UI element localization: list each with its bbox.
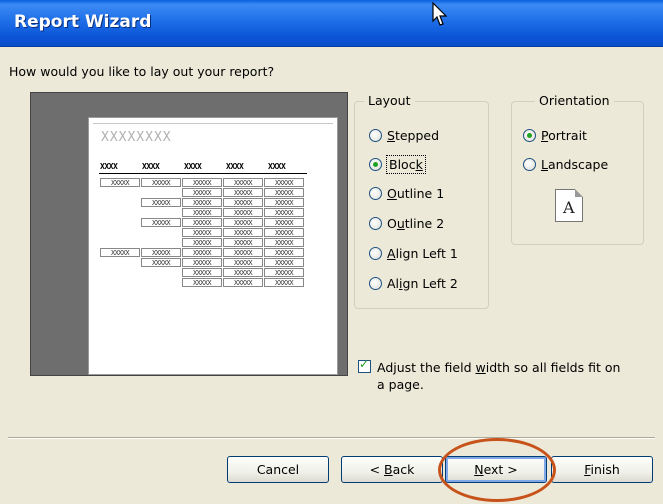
preview-cell: XXXXX xyxy=(182,228,222,237)
radio-button[interactable] xyxy=(369,129,382,142)
preview-rule xyxy=(93,123,333,124)
preview-cell: XXXXX xyxy=(223,238,263,247)
preview-cell: XXXXX xyxy=(264,268,304,277)
preview-cell: XXXXX xyxy=(100,248,140,257)
preview-cell: XXXXX xyxy=(264,248,304,257)
preview-header-cell: XXXX xyxy=(184,162,202,171)
preview-cell: XXXXX xyxy=(264,208,304,217)
preview-cell: XXXXX xyxy=(182,208,222,217)
preview-cell: XXXXX xyxy=(182,178,222,187)
preview-cell: XXXXX xyxy=(223,218,263,227)
preview-cell: XXXXX xyxy=(223,268,263,277)
layout-preview: XXXXXXXX XXXX XXXX XXXX XXXX XXXX XXXXX X… xyxy=(30,92,348,376)
radio-button[interactable] xyxy=(369,277,382,290)
preview-cell: XXXXX xyxy=(223,258,263,267)
radio-label: Outline 2 xyxy=(387,216,445,231)
radio-button[interactable] xyxy=(369,187,382,200)
radio-label: Outline 1 xyxy=(387,186,445,201)
preview-cell: XXXXX xyxy=(100,178,140,187)
cancel-button[interactable]: Cancel xyxy=(227,456,329,483)
radio-align-left-2[interactable]: Align Left 2 xyxy=(369,276,458,291)
preview-title: XXXXXXXX xyxy=(101,130,172,145)
radio-outline-1[interactable]: Outline 1 xyxy=(369,186,444,201)
preview-cell: XXXXX xyxy=(182,218,222,227)
preview-cell: XXXXX xyxy=(141,248,181,257)
radio-align-left-1[interactable]: Align Left 1 xyxy=(369,246,458,261)
radio-label: Stepped xyxy=(387,128,440,143)
radio-outline-2[interactable]: Outline 2 xyxy=(369,216,444,231)
radio-button[interactable] xyxy=(369,158,382,171)
radio-label: Align Left 2 xyxy=(387,276,458,291)
preview-cell: XXXXX xyxy=(182,188,222,197)
preview-cell: XXXXX xyxy=(182,268,222,277)
preview-cell: XXXXX xyxy=(264,238,304,247)
preview-cell: XXXXX xyxy=(141,198,181,207)
preview-header-cell: XXXX xyxy=(268,162,286,171)
preview-cell: XXXXX xyxy=(182,248,222,257)
adjust-width-checkbox[interactable]: Adjust the field width so all fields fit… xyxy=(358,357,621,393)
preview-cell: XXXXX xyxy=(141,258,181,267)
mouse-cursor-icon xyxy=(432,2,448,26)
preview-cell: XXXXX xyxy=(223,198,263,207)
preview-header-cell: XXXX xyxy=(226,162,244,171)
radio-label: Portrait xyxy=(541,128,587,143)
preview-cell: XXXXX xyxy=(223,278,263,287)
radio-button[interactable] xyxy=(523,158,536,171)
preview-cell: XXXXX xyxy=(264,278,304,287)
preview-cell: XXXXX xyxy=(223,208,263,217)
preview-cell: XXXXX xyxy=(223,188,263,197)
preview-page: XXXXXXXX XXXX XXXX XXXX XXXX XXXX XXXXX X… xyxy=(88,117,338,375)
preview-cell: XXXXX xyxy=(141,218,181,227)
orientation-legend: Orientation xyxy=(535,93,614,108)
highlight-circle-annotation xyxy=(438,438,556,502)
finish-button[interactable]: Finish xyxy=(551,456,653,483)
back-button[interactable]: < Back xyxy=(341,456,443,483)
preview-header-cell: XXXX xyxy=(142,162,160,171)
radio-button[interactable] xyxy=(523,129,536,142)
layout-prompt: How would you like to lay out your repor… xyxy=(9,64,275,79)
preview-cell: XXXXX xyxy=(264,188,304,197)
radio-block[interactable]: Block xyxy=(369,155,426,174)
preview-cell: XXXXX xyxy=(264,258,304,267)
radio-button[interactable] xyxy=(369,247,382,260)
window-title: Report Wizard xyxy=(14,12,152,32)
radio-button[interactable] xyxy=(369,217,382,230)
preview-cell: XXXXX xyxy=(182,258,222,267)
preview-header-cell: XXXX xyxy=(100,162,118,171)
portrait-page-icon: A xyxy=(555,189,583,222)
layout-legend: Layout xyxy=(364,93,415,108)
preview-cell: XXXXX xyxy=(182,238,222,247)
radio-label: Align Left 1 xyxy=(387,246,458,261)
preview-cell: XXXXX xyxy=(223,248,263,257)
preview-cell: XXXXX xyxy=(264,198,304,207)
button-separator xyxy=(8,437,655,439)
preview-header-row: XXXX XXXX XXXX XXXX XXXX xyxy=(100,162,310,171)
preview-cell: XXXXX xyxy=(223,228,263,237)
preview-header-rule xyxy=(99,173,307,174)
radio-stepped[interactable]: Stepped xyxy=(369,128,439,143)
preview-cell: XXXXX xyxy=(223,178,263,187)
preview-cell: XXXXX xyxy=(182,198,222,207)
title-bar[interactable]: Report Wizard xyxy=(0,0,663,47)
orientation-group xyxy=(511,101,644,245)
radio-label: Block xyxy=(386,155,426,174)
preview-cell: XXXXX xyxy=(264,228,304,237)
preview-cell: XXXXX xyxy=(141,178,181,187)
radio-label: Landscape xyxy=(541,157,609,172)
radio-landscape[interactable]: Landscape xyxy=(523,157,608,172)
checkbox-label: Adjust the field width so all fields fit… xyxy=(377,360,621,392)
radio-portrait[interactable]: Portrait xyxy=(523,128,587,143)
checkbox[interactable] xyxy=(358,357,371,373)
page-icon-letter: A xyxy=(563,198,575,217)
preview-cell: XXXXX xyxy=(264,218,304,227)
preview-cell: XXXXX xyxy=(182,278,222,287)
preview-cell: XXXXX xyxy=(264,178,304,187)
